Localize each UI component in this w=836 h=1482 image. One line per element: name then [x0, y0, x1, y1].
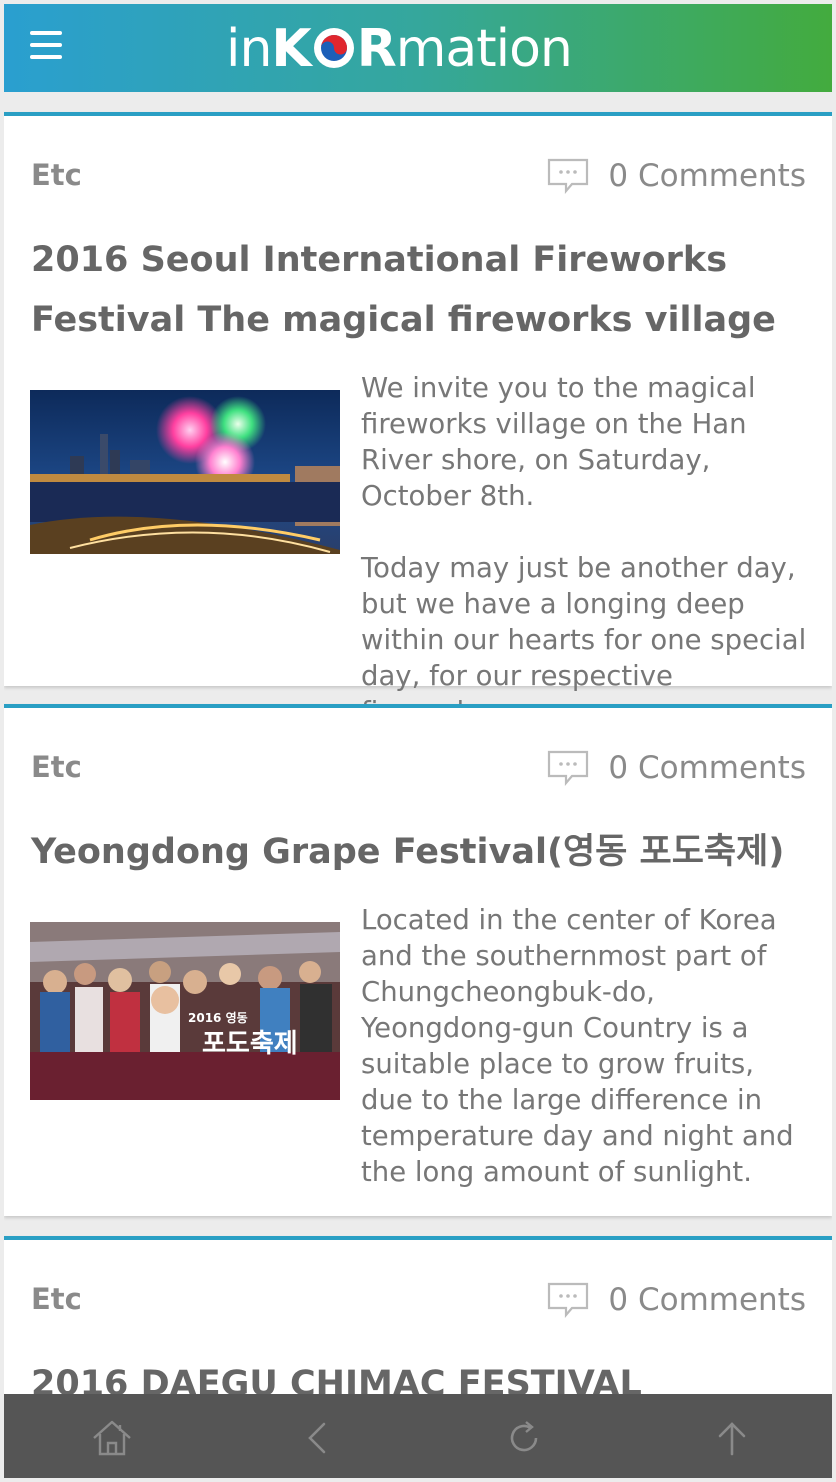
bottom-navigation-bar: [4, 1394, 832, 1478]
post-category[interactable]: Etc: [31, 1282, 82, 1316]
post-title-line: Yeongdong Grape Festival(영동 포도축제): [31, 832, 785, 872]
logo-text-in: in: [226, 19, 272, 79]
post-title[interactable]: Yeongdong Grape Festival(영동 포도축제): [31, 822, 801, 882]
comment-icon: [548, 158, 589, 194]
app-logo[interactable]: inK Rmation: [226, 14, 573, 84]
post-category[interactable]: Etc: [31, 158, 82, 192]
post-excerpt: Located in the center of Korea and the s…: [361, 902, 811, 1190]
comment-icon: [548, 1282, 589, 1318]
post-thumbnail-fireworks[interactable]: [30, 390, 340, 554]
post-excerpt-paragraph: Located in the center of Korea and the s…: [361, 904, 794, 1188]
scroll-top-icon[interactable]: [710, 1416, 754, 1460]
image-caption-title: 포도축제: [202, 1029, 298, 1059]
post-title-line: Festival The magical fireworks village: [31, 300, 776, 340]
comments-count: 0 Comments: [608, 1282, 806, 1318]
image-caption-year: 2016 영동: [188, 1010, 248, 1025]
grape-festival-image: 2016 영동 포도축제: [30, 922, 340, 1100]
comments-link[interactable]: 0 Comments: [546, 748, 806, 788]
logo-text-k: K: [271, 19, 311, 79]
post-card[interactable]: Etc 0 Comments 2016 Seoul International …: [4, 112, 832, 728]
app-frame: inK Rmation Etc 0 Comments 2016 Seoul In…: [4, 4, 832, 1478]
logo-text-mation: mation: [395, 19, 573, 79]
home-icon[interactable]: [90, 1416, 134, 1460]
comments-count: 0 Comments: [608, 750, 806, 786]
post-title[interactable]: 2016 Seoul International Fireworks Festi…: [31, 230, 801, 350]
comments-link[interactable]: 0 Comments: [546, 156, 806, 196]
post-excerpt: We invite you to the magical fireworks v…: [361, 370, 811, 730]
refresh-icon[interactable]: [502, 1416, 546, 1460]
post-thumbnail-grape-festival[interactable]: 2016 영동 포도축제: [30, 922, 340, 1100]
app-header: inK Rmation: [4, 4, 832, 92]
post-title-line: 2016 Seoul International Fireworks: [31, 240, 728, 280]
post-card[interactable]: Etc 0 Comments Yeongdong Grape Festival(…: [4, 704, 832, 1216]
taegeuk-icon: [313, 28, 354, 68]
post-category[interactable]: Etc: [31, 750, 82, 784]
fireworks-image: [30, 390, 340, 554]
post-excerpt-paragraph: Today may just be another day, but we ha…: [361, 552, 807, 728]
comments-link[interactable]: 0 Comments: [546, 1280, 806, 1320]
post-excerpt-paragraph: We invite you to the magical fireworks v…: [361, 372, 756, 512]
comment-icon: [548, 750, 589, 786]
logo-text-r: R: [356, 19, 397, 79]
comments-count: 0 Comments: [608, 158, 806, 194]
back-icon[interactable]: [296, 1416, 340, 1460]
hamburger-icon[interactable]: [30, 31, 62, 63]
